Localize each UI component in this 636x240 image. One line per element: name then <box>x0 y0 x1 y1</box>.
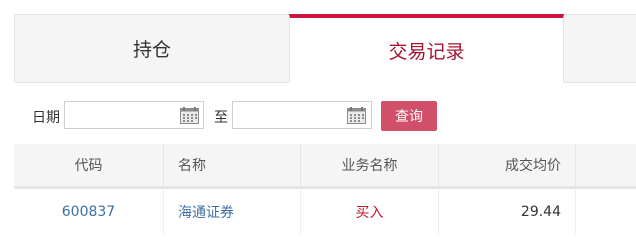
row-business-cell: 买入 <box>301 189 439 234</box>
calendar-icon[interactable] <box>180 107 199 124</box>
tab-holdings[interactable]: 持仓 <box>14 14 289 83</box>
date-label: 日期 <box>32 110 60 126</box>
trade-records-table: 代码 名称 业务名称 成交均价 600837 海通证券 买入 29.44 <box>14 144 636 234</box>
row-extra-cell <box>576 189 636 234</box>
header-name: 名称 <box>164 144 301 186</box>
row-name-cell: 海通证券 <box>164 189 301 234</box>
calendar-icon[interactable] <box>347 107 366 124</box>
header-business: 业务名称 <box>301 144 439 186</box>
row-code-cell: 600837 <box>14 189 164 234</box>
header-avg-price: 成交均价 <box>439 144 576 186</box>
tab-trade-records-label: 交易记录 <box>388 41 465 63</box>
header-code: 代码 <box>14 144 164 186</box>
date-filter: 日期 至 查询 <box>0 100 636 132</box>
business-type: 买入 <box>355 204 384 221</box>
row-avg-price-cell: 29.44 <box>439 189 576 234</box>
query-button[interactable]: 查询 <box>381 101 437 131</box>
tab-holdings-label: 持仓 <box>132 39 171 61</box>
header-extra <box>576 144 636 186</box>
tab-bar-filler <box>564 14 636 83</box>
to-label: 至 <box>214 110 228 126</box>
stock-name-link[interactable]: 海通证券 <box>178 202 234 222</box>
tab-bar: 持仓 交易记录 <box>14 14 636 83</box>
table-row: 600837 海通证券 买入 29.44 <box>14 189 636 234</box>
tab-trade-records[interactable]: 交易记录 <box>289 14 564 83</box>
table-header: 代码 名称 业务名称 成交均价 <box>14 144 636 189</box>
stock-code-link[interactable]: 600837 <box>62 204 115 220</box>
